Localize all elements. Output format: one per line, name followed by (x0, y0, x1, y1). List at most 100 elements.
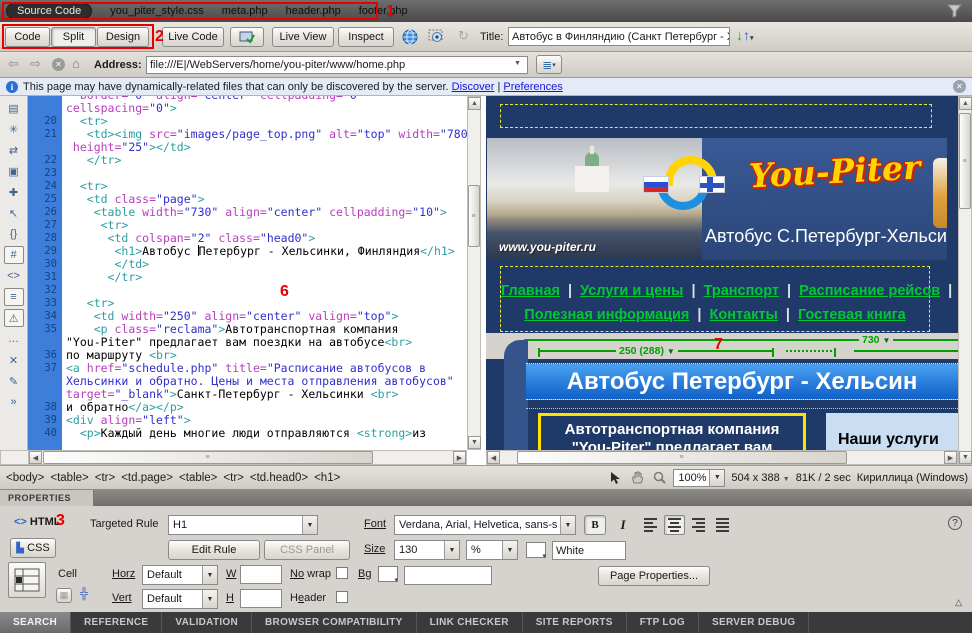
word-wrap-icon[interactable]: ≡ (4, 288, 24, 306)
nav-link-1[interactable]: Главная (501, 283, 560, 299)
html-mode-button[interactable]: <> HTML (14, 516, 60, 528)
align-center-button[interactable] (664, 515, 685, 535)
balance-braces-icon[interactable]: {} (4, 225, 24, 243)
css-panel-button[interactable]: CSS Panel (264, 540, 350, 560)
preferences-link[interactable]: Preferences (503, 81, 562, 93)
justify-button[interactable] (712, 515, 733, 535)
title-input[interactable]: Автобус в Финляндию (Санкт Петербург - Х… (508, 27, 730, 46)
table-width-label-outer[interactable]: 730 ▼ (859, 334, 893, 346)
results-tab-validation[interactable]: VALIDATION (162, 612, 252, 633)
collapse-full-tag-icon[interactable]: ⇄ (4, 141, 24, 159)
scroll-right-icon[interactable]: ▶ (453, 451, 466, 464)
text-color-swatch[interactable] (526, 542, 546, 558)
help-icon[interactable]: ? (948, 516, 962, 530)
inspect-button[interactable]: Inspect (338, 27, 394, 47)
css-mode-button[interactable]: ▙ CSS (10, 538, 56, 558)
header-checkbox[interactable] (336, 591, 348, 603)
window-size-select[interactable]: 504 x 388 ▼ (731, 472, 789, 484)
size-unit-select[interactable]: %▼ (466, 540, 518, 560)
results-tab-search[interactable]: SEARCH (0, 612, 71, 633)
scroll-down-icon[interactable]: ▼ (959, 451, 972, 464)
scroll-down-icon[interactable]: ▼ (468, 436, 481, 449)
results-tab-server-debug[interactable]: SERVER DEBUG (699, 612, 809, 633)
properties-tab[interactable]: PROPERTIES (0, 490, 94, 506)
targeted-rule-select[interactable]: H1▼ (168, 515, 318, 535)
results-tab-reference[interactable]: REFERENCE (71, 612, 162, 633)
results-tab-link-checker[interactable]: LINK CHECKER (417, 612, 523, 633)
edit-rule-button[interactable]: Edit Rule (168, 540, 260, 560)
syntax-error-alerts-icon[interactable]: ⚠ (4, 309, 24, 327)
tag-selector-item[interactable]: <table> (179, 472, 217, 484)
collapse-panel-icon[interactable]: △ (955, 597, 962, 608)
check-browser-compatibility-icon[interactable] (230, 27, 264, 47)
code-line-text[interactable]: </tr> (62, 271, 142, 284)
remove-comment-icon[interactable]: ✕ (4, 351, 24, 369)
bold-button[interactable]: B (584, 515, 606, 535)
services-box[interactable]: Наши услуги (826, 413, 958, 450)
results-tab-browser-compatibility[interactable]: BROWSER COMPATIBILITY (252, 612, 417, 633)
tag-selector-item[interactable]: <td.head0> (250, 472, 308, 484)
scroll-right-icon[interactable]: ▶ (944, 451, 957, 464)
nav-link-3[interactable]: Транспорт (704, 283, 779, 299)
design-hscroll-thumb[interactable]: ≡ (517, 451, 847, 464)
open-documents-icon[interactable]: ▤ (4, 99, 24, 117)
split-cell-icon[interactable]: ╬ (76, 588, 92, 603)
code-hscroll-thumb[interactable]: ≡ (43, 451, 373, 464)
format-source-code-icon[interactable]: ✎ (4, 372, 24, 390)
file-get-put-icon[interactable]: ↓↑▾ (736, 27, 754, 43)
apply-comment-icon[interactable]: … (4, 330, 24, 348)
select-tool-icon[interactable] (607, 470, 623, 486)
scroll-left-icon[interactable]: ◀ (487, 451, 500, 464)
close-info-bar-icon[interactable]: ✕ (953, 80, 966, 93)
tag-selector-item[interactable]: <body> (6, 472, 44, 484)
h-input[interactable] (240, 589, 282, 608)
tag-selector-item[interactable]: <td.page> (121, 472, 173, 484)
table-width-label-inner[interactable]: 250 (288) ▼ (616, 345, 678, 357)
file-management-icon[interactable]: ≣▾ (536, 55, 562, 74)
forward-icon[interactable]: ⇨ (30, 56, 41, 72)
design-view[interactable]: www.you-piter.ru You-Piter Автобус С.Пет… (486, 96, 958, 450)
address-dropdown-icon[interactable]: ▼ (514, 60, 521, 67)
text-color-input[interactable]: White (552, 541, 626, 560)
select-parent-tag-icon[interactable]: ↖ (4, 204, 24, 222)
scroll-left-icon[interactable]: ◀ (29, 451, 42, 464)
code-line-text[interactable]: </tr> (62, 154, 121, 167)
nav-link-4[interactable]: Расписание рейсов (799, 283, 940, 299)
design-vertical-scrollbar[interactable]: ▲ ≡ ▼ (958, 96, 972, 465)
code-editor[interactable]: border="0" align="center" cellpadding="0… (28, 96, 467, 450)
refresh-icon[interactable]: ↻ (458, 28, 469, 44)
scroll-up-icon[interactable]: ▲ (959, 97, 972, 110)
bg-color-input[interactable] (404, 566, 492, 585)
code-horizontal-scrollbar[interactable]: ◀ ≡ ▶ (28, 450, 467, 465)
highlight-invalid-code-icon[interactable]: <> (4, 267, 24, 285)
design-h1-heading[interactable]: Автобус Петербург - Хельсин (526, 363, 958, 400)
filter-icon[interactable] (947, 4, 962, 18)
bg-color-swatch[interactable] (378, 566, 398, 582)
page-properties-button[interactable]: Page Properties... (598, 566, 710, 586)
tag-selector-item[interactable]: <tr> (95, 472, 115, 484)
font-select[interactable]: Verdana, Arial, Helvetica, sans-serif▼ (394, 515, 576, 535)
home-icon[interactable]: ⌂ (72, 56, 80, 71)
line-numbers-icon[interactable]: # (4, 246, 24, 264)
code-line-text[interactable]: <p>Каждый день многие люди отправляются … (62, 427, 426, 440)
validate-markup-icon[interactable] (428, 29, 446, 47)
code-vscroll-thumb[interactable]: ≡ (468, 185, 480, 247)
zoom-level-select[interactable]: 100%▼ (673, 469, 725, 487)
back-icon[interactable]: ⇦ (8, 56, 19, 72)
discover-link[interactable]: Discover (452, 81, 495, 93)
live-code-button[interactable]: Live Code (162, 27, 224, 47)
hand-tool-icon[interactable] (629, 470, 645, 486)
results-tab-site-reports[interactable]: SITE REPORTS (523, 612, 627, 633)
italic-button[interactable]: I (612, 517, 634, 537)
merge-cells-icon[interactable]: ▦ (56, 588, 72, 603)
design-horizontal-scrollbar[interactable]: ◀ ≡ ▶ (486, 450, 958, 465)
horz-select[interactable]: Default▼ (142, 565, 218, 585)
live-view-button[interactable]: Live View (272, 27, 334, 47)
address-input[interactable]: file:///E|/WebServers/home/you-piter/www… (146, 56, 528, 74)
collapse-selection-icon[interactable]: ▣ (4, 162, 24, 180)
tag-selector-item[interactable]: <tr> (223, 472, 243, 484)
code-vertical-scrollbar[interactable]: ▲ ≡ ▼ (467, 96, 481, 450)
align-right-button[interactable] (688, 515, 709, 535)
expand-all-icon[interactable]: ✚ (4, 183, 24, 201)
preview-in-browser-icon[interactable] (402, 29, 418, 48)
